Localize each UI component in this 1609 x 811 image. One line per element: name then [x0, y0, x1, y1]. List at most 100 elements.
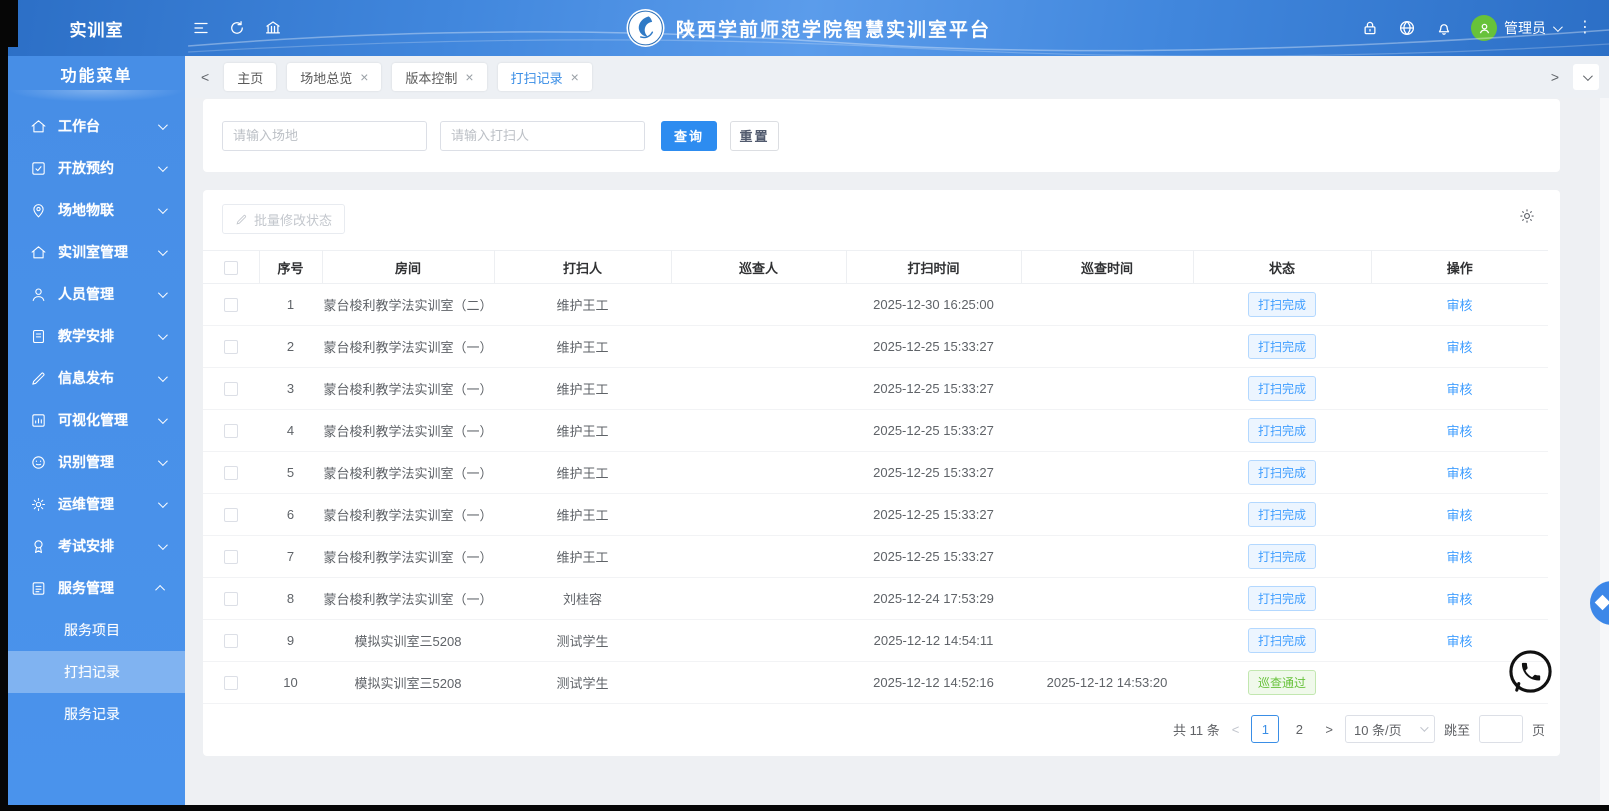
kebab-menu-icon[interactable]: ⋮: [1577, 20, 1593, 36]
status-badge: 打扫完成: [1247, 544, 1316, 569]
status-badge: 打扫完成: [1247, 292, 1316, 317]
table-settings-gear-icon[interactable]: [1518, 207, 1536, 225]
sidebar-subitem-1[interactable]: 打扫记录: [8, 651, 185, 693]
sidebar-item-4[interactable]: 人员管理: [8, 273, 185, 315]
cell-cleaner: 维护王工: [494, 367, 671, 410]
user-menu[interactable]: 管理员: [1471, 15, 1563, 41]
cell-room: 模拟实训室三5208: [322, 661, 494, 704]
review-link[interactable]: 审核: [1446, 298, 1472, 313]
column-header: 打扫时间: [846, 250, 1022, 284]
close-icon[interactable]: ×: [571, 70, 579, 84]
page-number-1[interactable]: 1: [1251, 715, 1280, 743]
close-icon[interactable]: ×: [465, 70, 473, 84]
prev-page-icon[interactable]: <: [1229, 722, 1243, 737]
sidebar-item-1[interactable]: 开放预约: [8, 147, 185, 189]
sidebar-item-2[interactable]: 场地物联: [8, 189, 185, 231]
tabs-scroll-right-icon[interactable]: >: [1547, 69, 1563, 85]
batch-modify-status-button[interactable]: 批量修改状态: [222, 204, 346, 234]
bell-icon[interactable]: [1434, 18, 1454, 38]
review-link[interactable]: 审核: [1446, 340, 1472, 355]
row-checkbox[interactable]: [224, 550, 238, 565]
review-link[interactable]: 审核: [1446, 550, 1472, 565]
pencil-icon: [236, 214, 247, 224]
review-link[interactable]: 审核: [1446, 466, 1472, 481]
sidebar-item-5[interactable]: 教学安排: [8, 315, 185, 357]
sidebar-subitem-2[interactable]: 服务记录: [8, 693, 185, 735]
jump-page-input[interactable]: [1478, 715, 1523, 743]
cell-room: 蒙台梭利教学法实训室（一）: [322, 493, 494, 536]
globe-icon[interactable]: [1397, 18, 1417, 38]
sidebar-item-7[interactable]: 可视化管理: [8, 399, 185, 441]
lock-icon[interactable]: [1360, 18, 1380, 38]
review-link[interactable]: 审核: [1446, 592, 1472, 607]
page-size-select[interactable]: 10 条/页: [1344, 715, 1435, 743]
cell-cleaner: 维护王工: [494, 283, 671, 326]
review-link[interactable]: 审核: [1446, 508, 1472, 523]
sidebar-item-10[interactable]: 考试安排: [8, 525, 185, 567]
sidebar-subitem-0[interactable]: 服务项目: [8, 609, 185, 651]
site-input[interactable]: [222, 120, 427, 151]
cell-action: 审核: [1371, 493, 1548, 536]
gear-icon: [30, 496, 47, 513]
sidebar-item-6[interactable]: 信息发布: [8, 357, 185, 399]
cleaner-input[interactable]: [440, 120, 645, 151]
records-panel: 批量修改状态 序号 房间 打扫人 巡查人 打扫时间 巡查时间 状态 操作 1 蒙…: [203, 190, 1560, 756]
chevron-down-icon: [157, 371, 168, 382]
platform-title: 陕西学前师范学院智慧实训室平台: [675, 19, 992, 41]
row-checkbox[interactable]: [224, 298, 238, 313]
next-page-icon[interactable]: >: [1322, 722, 1336, 737]
scroll-strip: [1600, 98, 1609, 805]
column-header: 巡查时间: [1021, 250, 1194, 284]
page-number-2[interactable]: 2: [1285, 715, 1313, 743]
sidebar-menu: 工作台 开放预约 场地物联 实训室管理 人员管理 教学安排 信息发布 可视化管理: [8, 98, 185, 735]
tab-label: 主页: [237, 70, 264, 86]
batch-modify-status-label: 批量修改状态: [254, 212, 333, 228]
status-badge: 打扫完成: [1247, 628, 1316, 653]
sidebar-item-3[interactable]: 实训室管理: [8, 231, 185, 273]
chevron-down-icon: [157, 203, 168, 214]
tabs-scroll-left-icon[interactable]: <: [197, 69, 213, 85]
query-button[interactable]: 查询: [661, 120, 717, 151]
tab-2[interactable]: 版本控制 ×: [392, 63, 487, 91]
cell-clean-time: 2025-12-25 15:33:27: [846, 451, 1021, 494]
row-checkbox[interactable]: [224, 508, 238, 523]
row-checkbox[interactable]: [224, 340, 238, 355]
row-checkbox[interactable]: [224, 382, 238, 397]
row-checkbox[interactable]: [224, 466, 238, 481]
row-checkbox[interactable]: [224, 634, 238, 649]
bank-icon[interactable]: [263, 18, 283, 38]
chevron-down-icon: [1582, 70, 1593, 81]
sidebar-item-9[interactable]: 运维管理: [8, 483, 185, 525]
select-all-header: [203, 250, 260, 284]
floating-panel-toggle[interactable]: [1590, 581, 1609, 625]
sidebar-subitem-label: 打扫记录: [64, 664, 120, 680]
reset-button[interactable]: 重置: [730, 120, 779, 151]
row-checkbox[interactable]: [224, 676, 238, 691]
cell-inspect-time: [1021, 367, 1193, 410]
sidebar-item-0[interactable]: 工作台: [8, 105, 185, 147]
row-checkbox[interactable]: [224, 424, 238, 439]
cell-no: 5: [259, 451, 322, 494]
review-link[interactable]: 审核: [1446, 382, 1472, 397]
review-link[interactable]: 审核: [1446, 424, 1472, 439]
tab-3[interactable]: 打扫记录 ×: [497, 63, 592, 91]
refresh-icon[interactable]: [227, 18, 247, 38]
column-header: 状态: [1193, 250, 1372, 284]
collapse-menu-icon[interactable]: [191, 18, 211, 38]
review-link[interactable]: 审核: [1446, 634, 1472, 649]
sidebar-item-8[interactable]: 识别管理: [8, 441, 185, 483]
cell-no: 2: [259, 325, 322, 368]
tab-1[interactable]: 场地总览 ×: [287, 63, 382, 91]
close-icon[interactable]: ×: [360, 70, 368, 84]
schedule-icon: [30, 328, 47, 345]
phone-contact-icon[interactable]: [1507, 648, 1554, 695]
select-all-checkbox[interactable]: [223, 260, 238, 275]
status-badge: 打扫完成: [1247, 334, 1316, 359]
jump-label: 跳至: [1443, 722, 1470, 738]
sidebar-item-11[interactable]: 服务管理: [8, 567, 185, 609]
tabs-dropdown-button[interactable]: [1573, 64, 1599, 90]
status-badge: 巡查通过: [1247, 670, 1316, 695]
row-checkbox[interactable]: [224, 592, 238, 607]
tab-0[interactable]: 主页: [224, 63, 277, 91]
cell-room: 蒙台梭利教学法实训室（一）: [322, 367, 494, 410]
